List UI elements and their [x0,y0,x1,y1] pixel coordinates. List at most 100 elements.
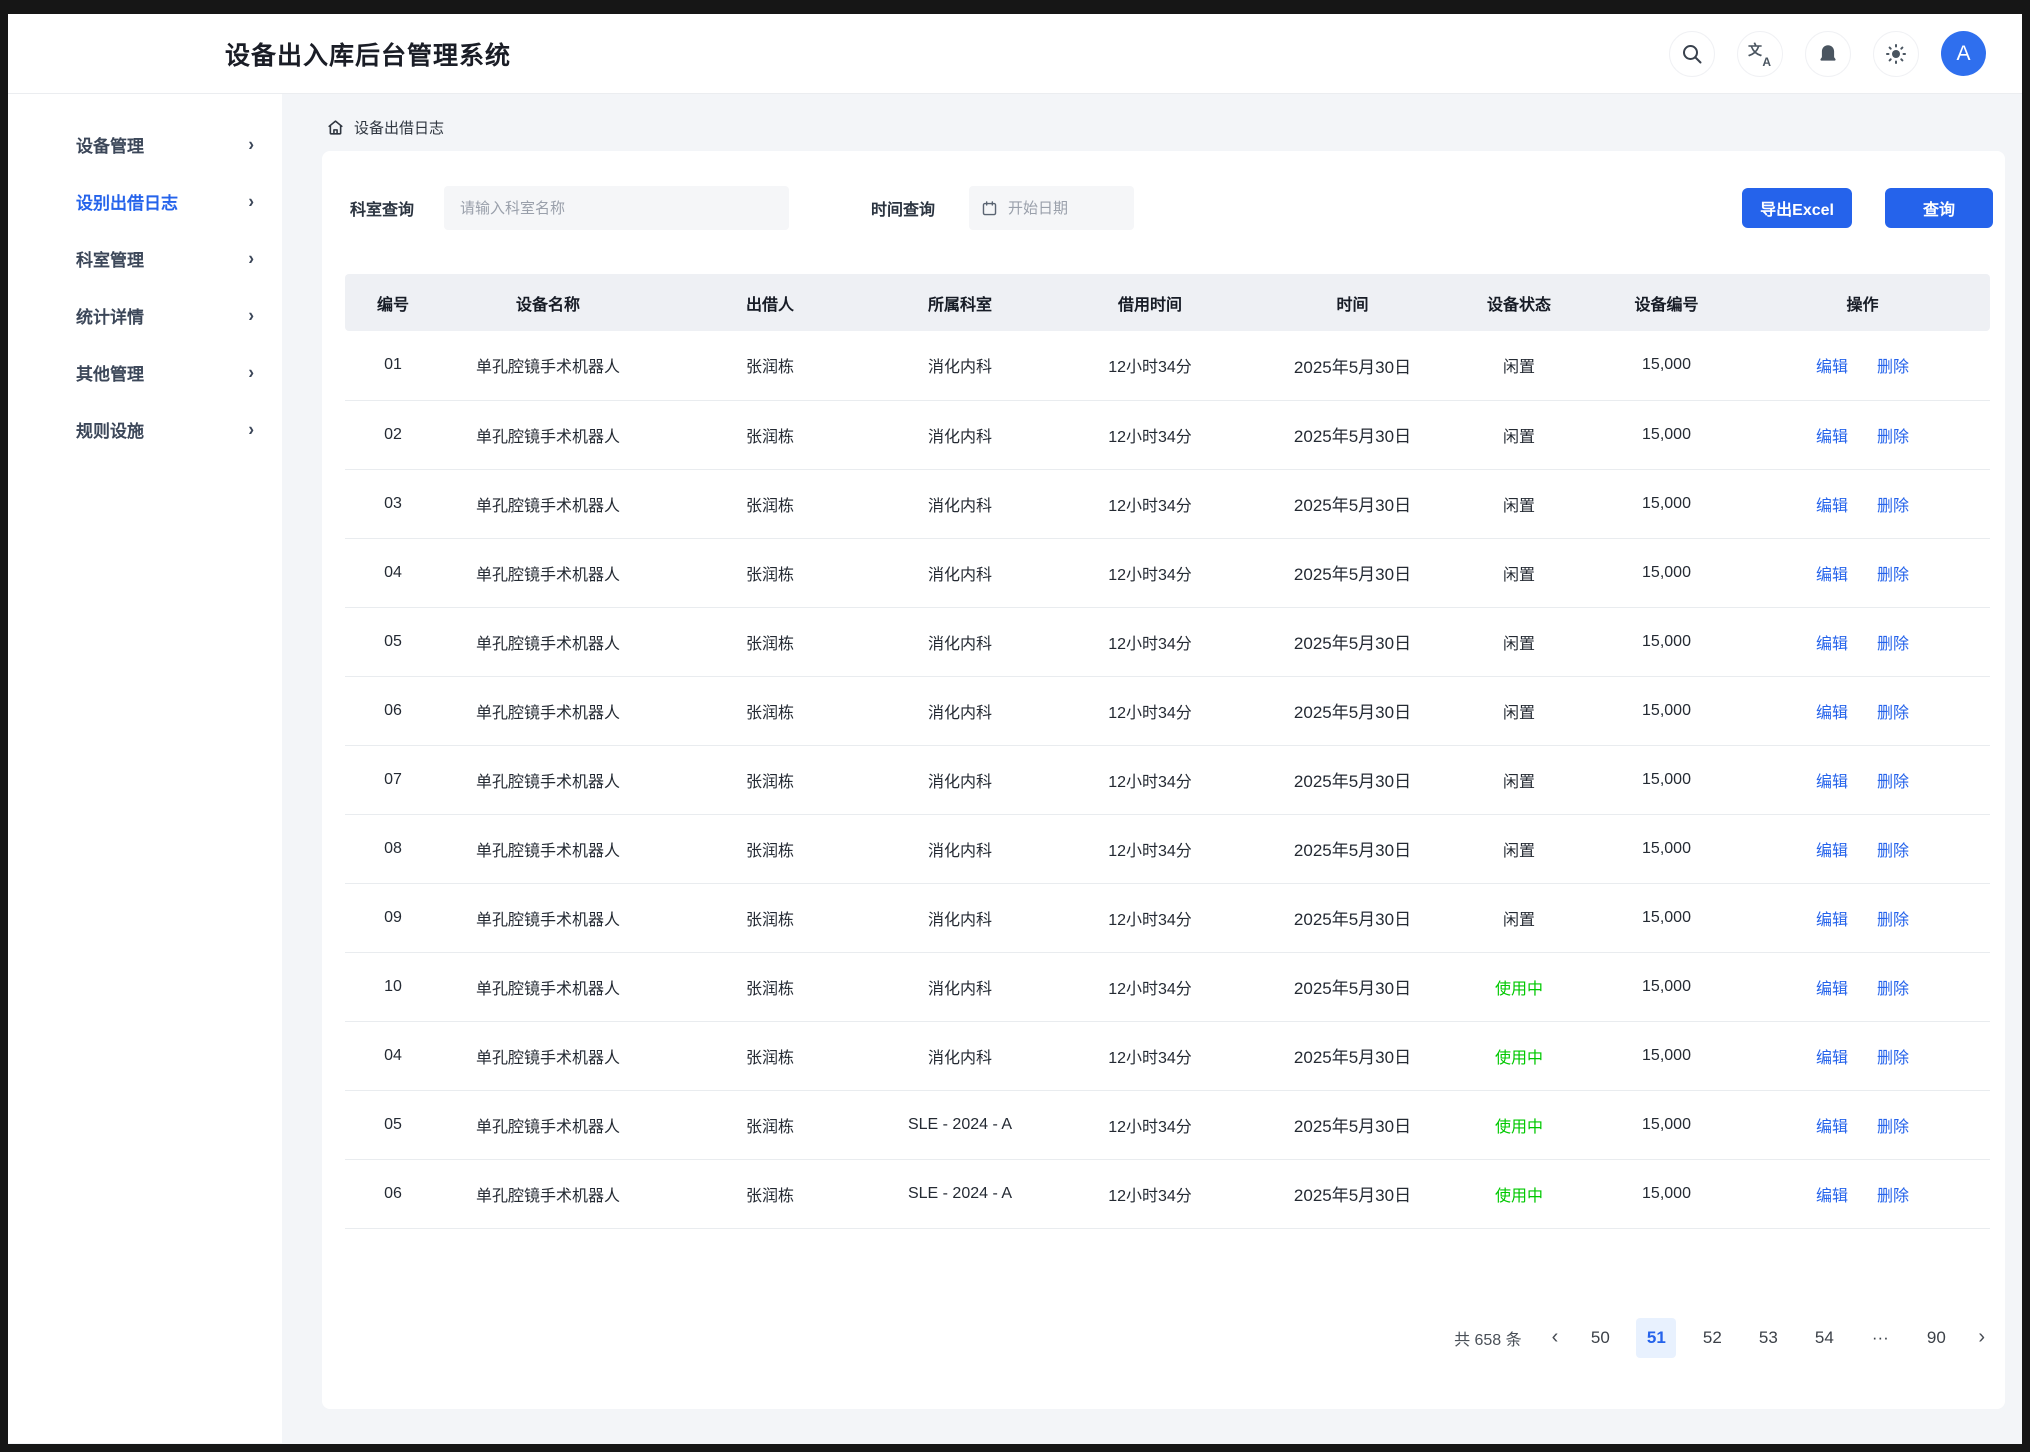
translate-icon: 文A [1748,42,1772,66]
page-button[interactable]: 90 [1916,1318,1956,1358]
cell-device-status: 使用中 [1440,1021,1598,1090]
date-picker[interactable] [969,186,1134,230]
calendar-icon [981,200,998,217]
cell-device-status: 闲置 [1440,676,1598,745]
prev-page-button[interactable]: ‹ [1546,1326,1565,1349]
sidebar-item[interactable]: 规则设施 › [8,401,282,458]
cell-lender: 张润栋 [655,331,885,400]
sidebar-item[interactable]: 设别出借日志 › [8,173,282,230]
delete-link[interactable]: 删除 [1877,1188,1909,1205]
edit-link[interactable]: 编辑 [1816,1188,1848,1205]
table-row: 09 单孔腔镜手术机器人 张润栋 消化内科 12小时34分 2025年5月30日… [345,883,1990,952]
page-button[interactable]: ··· [1860,1318,1900,1358]
notification-button[interactable] [1805,31,1851,77]
cell-device-name: 单孔腔镜手术机器人 [441,607,655,676]
edit-link[interactable]: 编辑 [1816,498,1848,515]
filter-buttons: 导出Excel 查询 [1742,188,1993,228]
cell-number: 05 [345,1090,441,1159]
cell-device-number: 15,000 [1598,469,1735,538]
delete-link[interactable]: 删除 [1877,912,1909,929]
language-button[interactable]: 文A [1737,31,1783,77]
table-row: 06 单孔腔镜手术机器人 张润栋 SLE - 2024 - A 12小时34分 … [345,1159,1990,1228]
cell-device-name: 单孔腔镜手术机器人 [441,745,655,814]
cell-department: 消化内科 [885,331,1035,400]
query-button[interactable]: 查询 [1885,188,1993,228]
delete-link[interactable]: 删除 [1877,498,1909,515]
next-page-button[interactable]: › [1972,1326,1991,1349]
cell-actions: 编辑 删除 [1735,1090,1990,1159]
cell-number: 08 [345,814,441,883]
cell-number: 01 [345,331,441,400]
edit-link[interactable]: 编辑 [1816,774,1848,791]
chevron-right-icon: › [248,191,254,213]
delete-link[interactable]: 删除 [1877,843,1909,860]
cell-date: 2025年5月30日 [1265,814,1440,883]
table-row: 05 单孔腔镜手术机器人 张润栋 消化内科 12小时34分 2025年5月30日… [345,607,1990,676]
sidebar-item-label: 其他管理 [76,360,144,385]
delete-link[interactable]: 删除 [1877,567,1909,584]
cell-actions: 编辑 删除 [1735,952,1990,1021]
edit-link[interactable]: 编辑 [1816,359,1848,376]
theme-button[interactable] [1873,31,1919,77]
page-button[interactable]: 51 [1636,1318,1676,1358]
cell-device-name: 单孔腔镜手术机器人 [441,814,655,883]
cell-borrow-duration: 12小时34分 [1035,1159,1265,1228]
sidebar-item-label: 统计详情 [76,303,144,328]
cell-actions: 编辑 删除 [1735,331,1990,400]
delete-link[interactable]: 删除 [1877,429,1909,446]
cell-actions: 编辑 删除 [1735,814,1990,883]
delete-link[interactable]: 删除 [1877,981,1909,998]
page-button[interactable]: 53 [1748,1318,1788,1358]
cell-date: 2025年5月30日 [1265,883,1440,952]
edit-link[interactable]: 编辑 [1816,912,1848,929]
table-header-cell: 出借人 [655,274,885,331]
sidebar-item[interactable]: 科室管理 › [8,230,282,287]
pagination-total: 共 658 条 [1454,1326,1522,1350]
page-button[interactable]: 50 [1580,1318,1620,1358]
cell-device-status: 闲置 [1440,469,1598,538]
cell-date: 2025年5月30日 [1265,469,1440,538]
edit-link[interactable]: 编辑 [1816,981,1848,998]
page-button[interactable]: 54 [1804,1318,1844,1358]
cell-date: 2025年5月30日 [1265,400,1440,469]
sidebar-item[interactable]: 其他管理 › [8,344,282,401]
content-card: 科室查询 时间查询 导出Excel 查询 [322,151,2005,1409]
cell-number: 02 [345,400,441,469]
cell-borrow-duration: 12小时34分 [1035,1021,1265,1090]
edit-link[interactable]: 编辑 [1816,705,1848,722]
delete-link[interactable]: 删除 [1877,1050,1909,1067]
table-row: 01 单孔腔镜手术机器人 张润栋 消化内科 12小时34分 2025年5月30日… [345,331,1990,400]
cell-device-name: 单孔腔镜手术机器人 [441,1021,655,1090]
edit-link[interactable]: 编辑 [1816,567,1848,584]
edit-link[interactable]: 编辑 [1816,429,1848,446]
page-button[interactable]: 52 [1692,1318,1732,1358]
search-icon [1680,42,1704,66]
cell-device-status: 闲置 [1440,538,1598,607]
delete-link[interactable]: 删除 [1877,636,1909,653]
user-avatar[interactable]: A [1941,31,1986,76]
cell-device-name: 单孔腔镜手术机器人 [441,676,655,745]
cell-department: 消化内科 [885,814,1035,883]
delete-link[interactable]: 删除 [1877,1119,1909,1136]
start-date-input[interactable] [1008,200,1122,217]
delete-link[interactable]: 删除 [1877,359,1909,376]
dept-search-input[interactable] [444,186,789,230]
breadcrumb[interactable]: 设备出借日志 [326,117,2022,138]
export-excel-button[interactable]: 导出Excel [1742,188,1852,228]
cell-department: 消化内科 [885,883,1035,952]
edit-link[interactable]: 编辑 [1816,1119,1848,1136]
edit-link[interactable]: 编辑 [1816,636,1848,653]
search-button[interactable] [1669,31,1715,77]
edit-link[interactable]: 编辑 [1816,1050,1848,1067]
delete-link[interactable]: 删除 [1877,774,1909,791]
cell-date: 2025年5月30日 [1265,952,1440,1021]
cell-actions: 编辑 删除 [1735,745,1990,814]
table-row: 04 单孔腔镜手术机器人 张润栋 消化内科 12小时34分 2025年5月30日… [345,1021,1990,1090]
cell-borrow-duration: 12小时34分 [1035,538,1265,607]
sidebar-item[interactable]: 设备管理 › [8,116,282,173]
edit-link[interactable]: 编辑 [1816,843,1848,860]
sidebar-item[interactable]: 统计详情 › [8,287,282,344]
cell-number: 10 [345,952,441,1021]
delete-link[interactable]: 删除 [1877,705,1909,722]
cell-number: 09 [345,883,441,952]
